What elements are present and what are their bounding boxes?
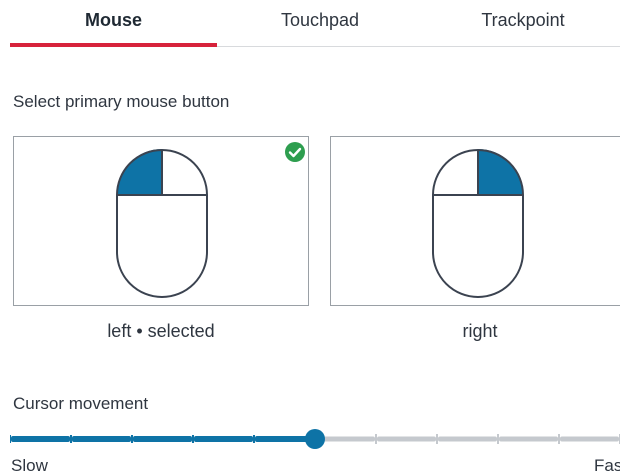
slider-tick (70, 435, 72, 443)
left-option-caption: left • selected (107, 321, 215, 341)
tab-mouse[interactable]: Mouse (10, 0, 217, 46)
tab-touchpad[interactable]: Touchpad (217, 0, 423, 46)
mouse-left-primary-icon (116, 149, 208, 298)
slider-segment-filled (194, 436, 253, 442)
slider-min-label: Slow (11, 456, 48, 475)
active-tab-indicator (10, 43, 217, 47)
slider-tick (131, 435, 133, 443)
slider-tick (375, 434, 377, 444)
mouse-right-primary-icon (432, 149, 524, 298)
slider-tick (436, 434, 438, 444)
slider-segment-empty (377, 436, 436, 442)
selected-check-icon (285, 142, 305, 162)
slider-segment-empty (560, 436, 619, 442)
slider-segment-filled (11, 436, 70, 442)
right-option-caption: right (462, 321, 498, 341)
cursor-movement-label: Cursor movement (13, 394, 149, 413)
slider-segment-filled (72, 436, 131, 442)
tab-bar: Mouse Touchpad Trackpoint (10, 0, 620, 47)
tab-trackpoint[interactable]: Trackpoint (423, 0, 620, 46)
slider-tick (253, 435, 255, 443)
right-button-option[interactable] (330, 136, 620, 306)
slider-max-label: Fast (594, 456, 620, 475)
slider-segment-filled (133, 436, 192, 442)
slider-segment-empty (499, 436, 558, 442)
left-button-option[interactable] (13, 136, 309, 306)
slider-segment-empty (438, 436, 497, 442)
slider-tick (192, 435, 194, 443)
cursor-speed-slider[interactable] (10, 425, 620, 455)
slider-tick (558, 434, 560, 444)
slider-tick (10, 435, 11, 443)
slider-thumb[interactable] (305, 429, 325, 449)
slider-track-graphic (10, 429, 620, 449)
slider-tick (497, 434, 499, 444)
primary-button-label: Select primary mouse button (13, 92, 230, 111)
